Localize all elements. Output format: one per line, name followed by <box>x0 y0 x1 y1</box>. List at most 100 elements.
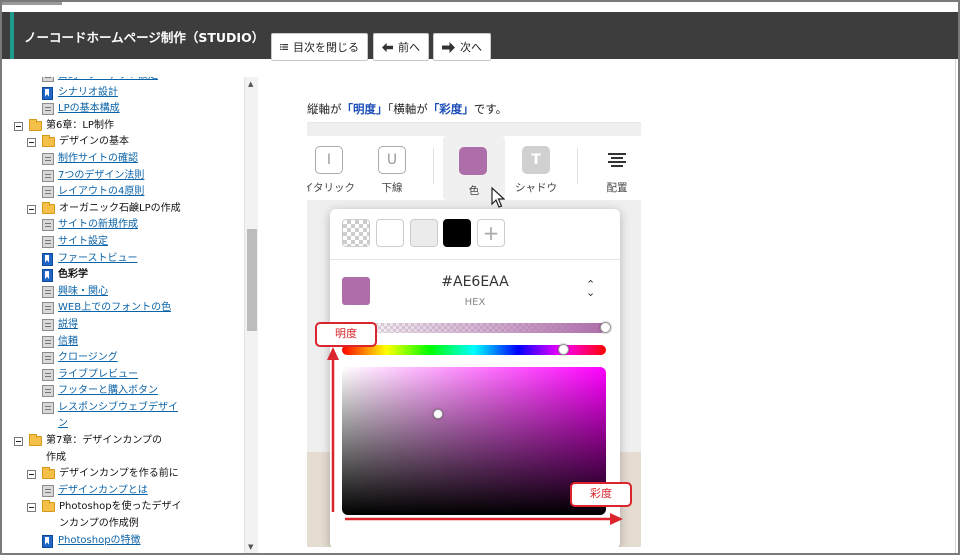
format-toggle-icon[interactable]: ⌃ ⌄ <box>586 279 595 298</box>
page-icon <box>42 219 54 232</box>
toc-item-label[interactable]: WEB上でのフォントの色 <box>58 302 171 313</box>
toc-item[interactable]: フッターと購入ボタン <box>4 383 244 400</box>
add-preset-icon[interactable]: + <box>477 219 505 247</box>
toc-item-label[interactable]: レスポンシブウェブデザイ <box>58 402 178 413</box>
toc-item-label[interactable]: 説得 <box>58 319 78 330</box>
italic-label: イタリック <box>307 182 356 194</box>
toc-item-label[interactable]: 目的・ターゲット設定 <box>58 77 158 81</box>
align-button[interactable]: 配置 <box>589 146 641 195</box>
shadow-label: シャドウ <box>515 182 557 194</box>
underline-button[interactable]: U 下線 <box>364 146 420 195</box>
toc-item[interactable]: 説得 <box>4 317 244 334</box>
divider <box>330 259 620 260</box>
toc-item-label[interactable]: ファーストビュー <box>58 253 138 264</box>
desc-text-3: です。 <box>473 102 508 116</box>
shadow-button[interactable]: T シャドウ <box>508 146 564 195</box>
page-title: ノーコードホームページ制作（STUDIO） <box>24 30 265 45</box>
toc-item[interactable]: デザインの基本 <box>4 134 244 151</box>
divider <box>577 148 578 184</box>
toc-item-label[interactable]: クロージング <box>58 352 118 363</box>
toc-item[interactable]: 第7章：デザインカンプの <box>4 433 244 450</box>
next-label: 次へ <box>460 41 482 54</box>
toc-item[interactable]: ンカンプの作成例 <box>4 516 244 533</box>
title-bar: ノーコードホームページ制作（STUDIO） 目次を閉じる 前へ 次へ <box>2 12 958 61</box>
toc-item[interactable]: Photoshopを使ったデザイ <box>4 499 244 516</box>
toc-item[interactable]: Photoshopの特徴 <box>4 533 244 550</box>
preset-transparent[interactable] <box>342 219 370 247</box>
collapse-toggle-icon[interactable] <box>14 437 23 447</box>
preset-white[interactable] <box>376 219 404 247</box>
toc-item[interactable]: オーガニック石鹸LPの作成 <box>4 201 244 218</box>
toc-item[interactable]: レスポンシブウェブデザイ <box>4 400 244 417</box>
toc-item-label[interactable]: レイアウトの4原則 <box>58 186 144 197</box>
collapse-toggle-icon[interactable] <box>14 121 23 131</box>
prev-button[interactable]: 前へ <box>373 33 429 61</box>
toc-item[interactable]: サイト設定 <box>4 234 244 251</box>
toc-item[interactable]: LPの基本構成 <box>4 101 244 118</box>
toc-item[interactable]: デザインカンプを作る前に <box>4 466 244 483</box>
preset-light-gray[interactable] <box>410 219 438 247</box>
toc-item-label: 第7章：デザインカンプの <box>46 435 163 447</box>
preset-black[interactable] <box>443 219 471 247</box>
collapse-toggle-icon[interactable] <box>27 503 36 513</box>
toc-item[interactable]: 色彩学 <box>4 267 244 284</box>
title-accent <box>10 12 14 59</box>
toc-item[interactable]: 第6章：LP制作 <box>4 118 244 135</box>
next-button[interactable]: 次へ <box>433 33 491 61</box>
toc-item-label[interactable]: デザインカンプとは <box>58 485 148 496</box>
hex-label: HEX <box>464 297 486 308</box>
toc-item[interactable]: デザインカンプとは <box>4 483 244 500</box>
toc-item[interactable]: クロージング <box>4 350 244 367</box>
mouse-cursor-icon <box>491 187 505 208</box>
hex-value-input[interactable]: #AE6EAA <box>410 274 540 290</box>
toc-item-label: 第6章：LP制作 <box>46 119 114 131</box>
alpha-slider[interactable] <box>342 323 606 333</box>
toc-item-label[interactable]: Photoshopの特徴 <box>58 535 141 546</box>
toc-item[interactable]: 制作サイトの確認 <box>4 151 244 168</box>
toc-scrollbar[interactable]: ▲ ▼ <box>244 77 258 553</box>
toc-item[interactable]: 信頼 <box>4 334 244 351</box>
toc-item[interactable]: ファーストビュー <box>4 251 244 268</box>
hue-slider-handle[interactable] <box>557 344 569 355</box>
toc-item-label[interactable]: シナリオ設計 <box>58 87 118 98</box>
toc-item-label[interactable]: ン <box>58 418 68 429</box>
toc-item-label[interactable]: 興味・関心 <box>58 286 108 297</box>
toc-item-label[interactable]: 制作サイトの確認 <box>58 153 138 164</box>
toc-item[interactable]: 目的・ターゲット設定 <box>4 77 244 85</box>
saturation-brightness-handle[interactable] <box>433 409 443 419</box>
brightness-annotation: 明度 <box>315 322 377 347</box>
alpha-slider-handle[interactable] <box>600 322 611 333</box>
toc-item-label[interactable]: サイト設定 <box>58 236 108 247</box>
toc-item-label[interactable]: LPの基本構成 <box>58 103 120 114</box>
italic-button[interactable]: I イタリック <box>307 146 357 195</box>
shadow-icon: T <box>522 146 550 174</box>
toc-item-label[interactable]: 信頼 <box>58 336 78 347</box>
toc-item[interactable]: ン <box>4 416 244 433</box>
scroll-up-icon[interactable]: ▲ <box>248 80 253 88</box>
folder-icon <box>29 118 42 131</box>
toc-item[interactable]: 興味・関心 <box>4 284 244 301</box>
saturation-brightness-area[interactable] <box>342 367 606 515</box>
toc-item-label[interactable]: 7つのデザイン法則 <box>58 170 144 181</box>
scroll-thumb[interactable] <box>247 229 257 331</box>
collapse-toggle-icon[interactable] <box>27 470 36 480</box>
page-icon <box>42 302 54 315</box>
toc-item[interactable]: ライブプレビュー <box>4 367 244 384</box>
toc-item[interactable]: WEB上でのフォントの色 <box>4 300 244 317</box>
toc-item[interactable]: サイトの新規作成 <box>4 217 244 234</box>
collapse-toggle-icon[interactable] <box>27 204 36 214</box>
toc-item-label[interactable]: サイトの新規作成 <box>58 219 138 230</box>
toc-item-label[interactable]: ライブプレビュー <box>58 369 138 380</box>
toc-item[interactable]: 作成 <box>4 450 244 467</box>
app-window: ノーコードホームページ制作（STUDIO） 目次を閉じる 前へ 次へ 目的・ター… <box>0 0 960 555</box>
toc-item[interactable]: レイアウトの4原則 <box>4 184 244 201</box>
toc-item-label: 作成 <box>46 451 66 463</box>
scroll-down-icon[interactable]: ▼ <box>248 543 253 551</box>
toc-item[interactable]: 7つのデザイン法則 <box>4 168 244 185</box>
toc-item[interactable]: シナリオ設計 <box>4 85 244 102</box>
page-icon <box>42 484 54 497</box>
collapse-toggle-icon[interactable] <box>27 138 36 148</box>
bookmark-icon <box>42 86 53 100</box>
toc-item-label[interactable]: フッターと購入ボタン <box>58 385 158 396</box>
toc-toggle-button[interactable]: 目次を閉じる <box>271 33 368 61</box>
